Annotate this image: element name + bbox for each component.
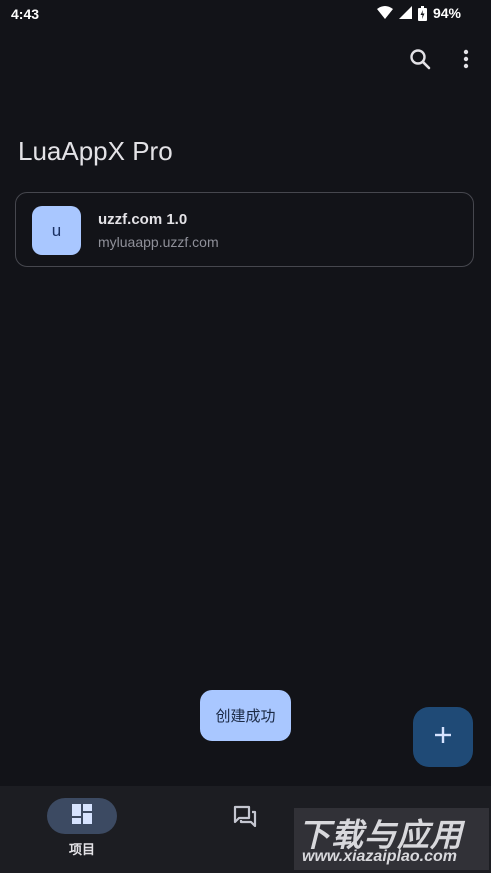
project-package: myluaapp.uzzf.com [98,234,219,250]
page-title: LuaAppX Pro [18,136,173,166]
nav-item-forum[interactable] [205,798,285,858]
add-icon [433,725,453,750]
status-bar: 4:43 94% [0,0,491,28]
search-icon [409,48,431,75]
forum-icon [231,802,259,830]
watermark: 下载与应用 www.xiazaiplao.com [294,808,489,870]
battery-icon [417,5,427,21]
add-project-button[interactable] [413,707,473,767]
status-time: 4:43 [11,6,40,22]
more-options-button[interactable] [453,48,479,74]
toolbar-actions [407,48,479,74]
status-icons: 94% [376,5,461,21]
nav-label-projects: 项目 [68,842,95,857]
search-button[interactable] [407,48,433,74]
signal-icon [398,6,412,20]
more-vert-icon [463,49,469,74]
toast-message: 创建成功 [200,690,291,741]
project-name: uzzf.com 1.0 [98,211,188,228]
watermark-url: www.xiazaiplao.com [302,848,458,865]
wifi-icon [376,6,393,20]
dashboard-icon [71,803,93,830]
project-card[interactable]: u uzzf.com 1.0 myluaapp.uzzf.com [15,192,474,267]
project-avatar: u [32,206,81,255]
nav-item-projects[interactable]: 项目 [37,798,117,858]
nav-active-indicator [47,798,117,834]
battery-percentage: 94% [432,5,461,21]
